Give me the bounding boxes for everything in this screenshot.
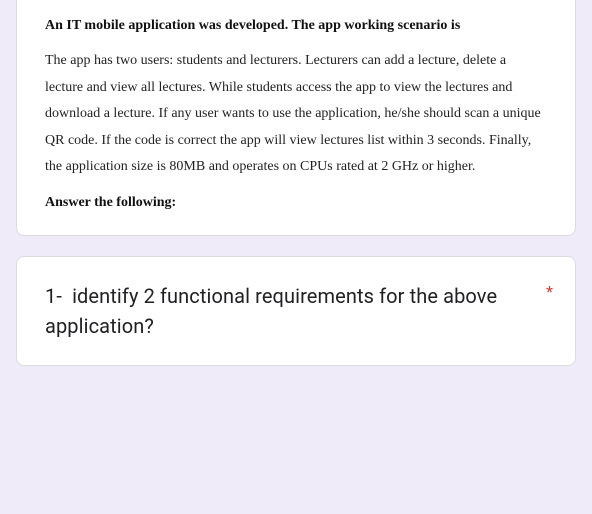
question-card: * 1- identify 2 functional requirements …: [16, 256, 576, 366]
scenario-title: An IT mobile application was developed. …: [45, 18, 547, 34]
scenario-body: The app has two users: students and lect…: [45, 48, 547, 181]
required-star-icon: *: [546, 283, 553, 304]
answer-label: Answer the following:: [45, 195, 547, 211]
scenario-card: An IT mobile application was developed. …: [16, 0, 576, 236]
question-text: 1- identify 2 functional requirements fo…: [45, 281, 547, 341]
question-number: 1-: [45, 284, 62, 308]
question-body: identify 2 functional requirements for t…: [45, 284, 497, 338]
